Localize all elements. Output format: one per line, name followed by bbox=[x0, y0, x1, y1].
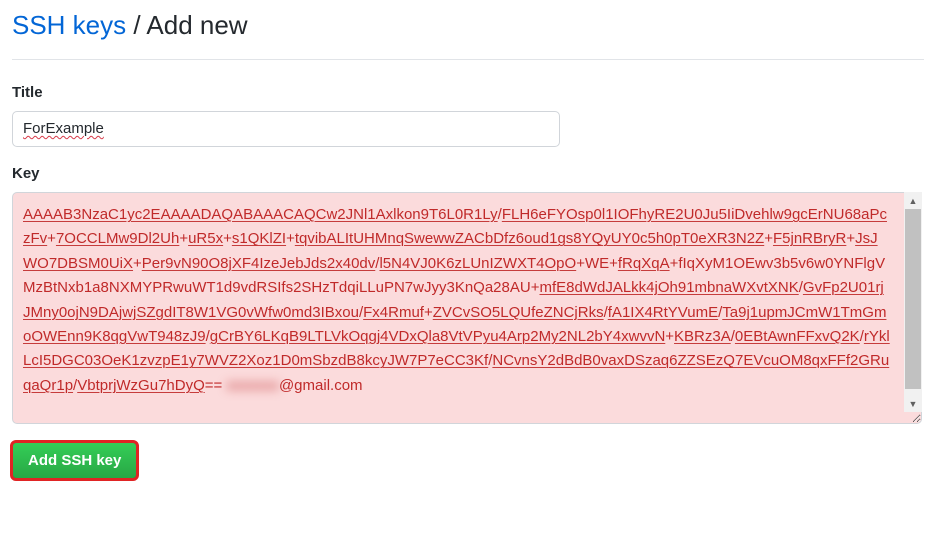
scrollbar[interactable]: ▲ ▼ bbox=[904, 192, 922, 412]
key-label: Key bbox=[12, 165, 924, 182]
title-field-group: Title ForExample bbox=[12, 84, 924, 147]
breadcrumb-separator: / bbox=[126, 10, 146, 40]
title-input-value: ForExample bbox=[23, 120, 104, 137]
title-input[interactable]: ForExample bbox=[12, 111, 560, 147]
scroll-down-arrow[interactable]: ▼ bbox=[904, 395, 922, 412]
key-textarea[interactable]: AAAAB3NzaC1yc2EAAAADAQABAAACAQCw2JNl1Axl… bbox=[12, 192, 922, 424]
breadcrumb-current: Add new bbox=[146, 10, 247, 40]
divider bbox=[12, 59, 924, 60]
breadcrumb-link-ssh-keys[interactable]: SSH keys bbox=[12, 10, 126, 40]
scroll-thumb[interactable] bbox=[905, 209, 921, 389]
title-label: Title bbox=[12, 84, 924, 101]
key-field-group: Key AAAAB3NzaC1yc2EAAAADAQABAAACAQCw2JNl… bbox=[12, 165, 924, 424]
scroll-track[interactable] bbox=[904, 209, 922, 395]
breadcrumb: SSH keys / Add new bbox=[12, 10, 924, 41]
add-ssh-key-button[interactable]: Add SSH key bbox=[12, 442, 137, 479]
scroll-up-arrow[interactable]: ▲ bbox=[904, 192, 922, 209]
